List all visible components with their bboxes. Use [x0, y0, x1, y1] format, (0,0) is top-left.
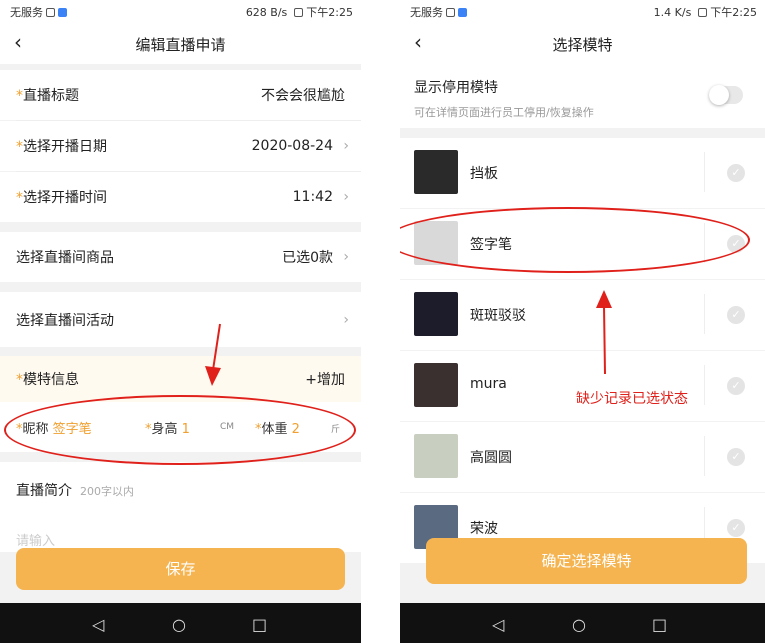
model-name: 荣波 — [470, 521, 498, 537]
chevron-right-icon: › — [343, 311, 349, 328]
status-bar: 无服务 628 B/s 下午2:25 — [0, 0, 361, 22]
model-list-item[interactable]: 挡板 ✓ — [400, 138, 765, 208]
save-button[interactable]: 保存 — [16, 548, 345, 590]
intro-input[interactable]: 请输入 — [16, 530, 55, 549]
page-title: 选择模特 — [552, 36, 613, 54]
model-avatar — [414, 150, 458, 194]
recents-square-icon[interactable]: □ — [252, 615, 267, 634]
download-icon — [446, 8, 455, 17]
check-circle-icon[interactable]: ✓ — [727, 377, 745, 395]
chevron-right-icon: › — [343, 189, 349, 205]
date-value: 2020-08-24 — [251, 138, 333, 154]
check-circle-icon[interactable]: ✓ — [727, 448, 745, 466]
annotation-ellipse — [400, 207, 750, 273]
time-row[interactable]: *选择开播时间 11:42 › — [0, 172, 361, 222]
model-name: mura — [470, 376, 507, 392]
system-nav-bar: ◁ ○ □ — [0, 603, 361, 643]
date-row[interactable]: *选择开播日期 2020-08-24 › — [0, 121, 361, 171]
activity-label: 选择直播间活动 — [16, 312, 114, 329]
right-screen: 无服务 1.4 K/s 下午2:25 ‹ 选择模特 显示停用模特 可在详情页面进… — [400, 0, 765, 643]
date-label: 选择开播日期 — [23, 139, 107, 155]
model-name: 斑斑驳驳 — [470, 308, 526, 324]
network-speed: 1.4 K/s — [653, 6, 692, 19]
model-avatar — [414, 434, 458, 478]
battery-icon — [697, 8, 707, 17]
app-icon — [58, 8, 67, 17]
status-bar: 无服务 1.4 K/s 下午2:25 — [400, 0, 765, 22]
intro-label: 直播简介 — [16, 483, 72, 499]
model-name: 挡板 — [470, 166, 498, 182]
system-nav-bar: ◁ ○ □ — [400, 603, 765, 643]
nav-bar: ‹ 选择模特 — [400, 22, 765, 64]
model-name: 高圆圆 — [470, 450, 512, 466]
required-star: * — [16, 139, 23, 155]
model-list-item[interactable]: 高圆圆 ✓ — [400, 422, 765, 492]
left-screen: 无服务 628 B/s 下午2:25 ‹ 编辑直播申请 *直播标题 不会会很尴尬… — [0, 0, 361, 643]
recents-square-icon[interactable]: □ — [652, 615, 667, 634]
clock: 下午2:25 — [306, 6, 353, 19]
model-avatar — [414, 363, 458, 407]
nav-bar: ‹ 编辑直播申请 — [0, 22, 361, 64]
back-triangle-icon[interactable]: ◁ — [92, 615, 104, 634]
annotation-text: 缺少记录已选状态 — [576, 391, 688, 407]
show-disabled-hint: 可在详情页面进行员工停用/恢复操作 — [414, 106, 594, 119]
live-title-row[interactable]: *直播标题 不会会很尴尬 — [0, 70, 361, 120]
annotation-ellipse — [4, 395, 356, 465]
show-disabled-toggle[interactable] — [709, 85, 743, 105]
time-value: 11:42 — [292, 189, 333, 205]
model-list-item[interactable]: mura ✓ — [400, 351, 765, 421]
network-speed: 628 B/s — [245, 6, 288, 19]
annotation-arrow-icon — [205, 323, 221, 386]
live-title-label: 直播标题 — [23, 88, 79, 104]
model-info-label: 模特信息 — [23, 372, 79, 388]
check-circle-icon[interactable]: ✓ — [727, 306, 745, 324]
required-star: * — [16, 88, 23, 104]
chevron-right-icon: › — [343, 138, 349, 154]
live-title-value[interactable]: 不会会很尴尬 — [261, 85, 345, 105]
download-icon — [46, 8, 55, 17]
home-circle-icon[interactable]: ○ — [172, 615, 186, 634]
required-star: * — [16, 372, 23, 388]
clock: 下午2:25 — [710, 6, 757, 19]
add-model-button[interactable]: +增加 — [305, 369, 345, 389]
page-title: 编辑直播申请 — [135, 36, 226, 54]
show-disabled-label: 显示停用模特 — [414, 80, 498, 96]
carrier-text: 无服务 — [10, 6, 43, 19]
home-circle-icon[interactable]: ○ — [572, 615, 586, 634]
check-circle-icon[interactable]: ✓ — [727, 519, 745, 537]
battery-icon — [293, 8, 303, 17]
model-avatar — [414, 292, 458, 336]
back-triangle-icon[interactable]: ◁ — [492, 615, 504, 634]
annotation-arrow-icon — [596, 290, 612, 375]
check-circle-icon[interactable]: ✓ — [727, 164, 745, 182]
required-star: * — [16, 190, 23, 206]
intro-hint: 200字以内 — [80, 485, 134, 498]
chevron-right-icon: › — [343, 249, 349, 265]
goods-label: 选择直播间商品 — [16, 250, 114, 266]
goods-value: 已选0款 — [282, 250, 333, 266]
activity-row[interactable]: 选择直播间活动 › — [0, 292, 361, 347]
model-list-item[interactable]: 斑斑驳驳 ✓ — [400, 280, 765, 350]
confirm-models-button[interactable]: 确定选择模特 — [426, 538, 747, 584]
goods-row[interactable]: 选择直播间商品 已选0款 › — [0, 232, 361, 282]
app-icon — [458, 8, 467, 17]
time-label: 选择开播时间 — [23, 190, 107, 206]
carrier-text: 无服务 — [410, 6, 443, 19]
intro-section: 直播简介 200字以内 请输入 — [0, 462, 361, 552]
